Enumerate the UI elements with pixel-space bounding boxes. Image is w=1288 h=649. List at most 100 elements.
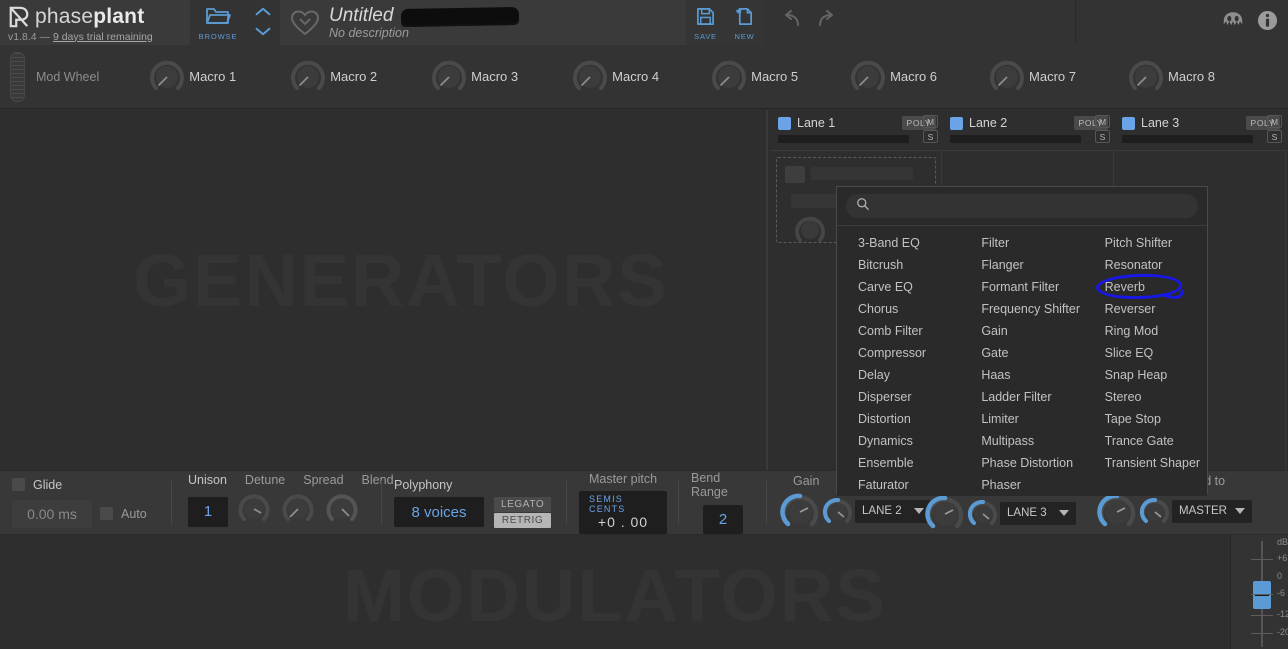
macro-4[interactable]: Macro 4 <box>570 57 659 97</box>
lane-2-mute-button[interactable]: M <box>1095 115 1110 128</box>
menu-item-filter[interactable]: Filter <box>981 232 1083 254</box>
chevron-up-icon[interactable] <box>253 4 273 22</box>
blend-knob[interactable] <box>324 491 360 532</box>
effect-search-input[interactable] <box>877 199 1188 213</box>
menu-item-phase-distortion[interactable]: Phase Distortion <box>981 452 1083 474</box>
menu-item-distortion[interactable]: Distortion <box>858 408 960 430</box>
macro-2[interactable]: Macro 2 <box>288 57 377 97</box>
menu-item-comb-filter[interactable]: Comb Filter <box>858 320 960 342</box>
menu-item-tape-stop[interactable]: Tape Stop <box>1105 408 1207 430</box>
menu-item-faturator[interactable]: Faturator <box>858 474 960 496</box>
lane-2-color-swatch[interactable] <box>950 116 963 130</box>
menu-item-resonator[interactable]: Resonator <box>1105 254 1207 276</box>
menu-item-snap-heap[interactable]: Snap Heap <box>1105 364 1207 386</box>
menu-item-reverb[interactable]: Reverb <box>1095 272 1207 302</box>
preset-info-area[interactable]: Untitled No description <box>280 0 686 45</box>
trial-link[interactable]: 9 days trial remaining <box>53 31 153 43</box>
menu-item-trance-gate[interactable]: Trance Gate <box>1105 430 1207 452</box>
undo-arrow-icon[interactable] <box>781 10 803 35</box>
legato-option[interactable]: LEGATO <box>494 496 552 512</box>
menu-item-ladder-filter[interactable]: Ladder Filter <box>981 386 1083 408</box>
effect-enable-chip[interactable] <box>785 166 805 183</box>
mod-wheel-slider-icon[interactable] <box>9 51 25 102</box>
menu-item-disperser[interactable]: Disperser <box>858 386 960 408</box>
macro-3-knob[interactable] <box>429 57 469 97</box>
effect-search-pill[interactable] <box>846 194 1198 218</box>
lane-3-color-swatch[interactable] <box>1122 116 1135 130</box>
generators-panel[interactable]: GENERATORS <box>0 110 768 470</box>
lane-2-gain-knob[interactable] <box>924 493 964 533</box>
menu-item-transient-shaper[interactable]: Transient Shaper <box>1105 452 1207 474</box>
pitch-value[interactable]: +0 . 00 <box>598 514 648 530</box>
polyphony-value[interactable]: 8 voices <box>394 497 484 527</box>
macro-8-knob[interactable] <box>1126 57 1166 97</box>
menu-item-chorus[interactable]: Chorus <box>858 298 960 320</box>
lane-2-send-to-select[interactable]: LANE 3 <box>1000 501 1076 525</box>
menu-item-reverser[interactable]: Reverser <box>1105 298 1207 320</box>
menu-item-ensemble[interactable]: Ensemble <box>858 452 960 474</box>
menu-item-frequency-shifter[interactable]: Frequency Shifter <box>981 298 1083 320</box>
menu-item-dynamics[interactable]: Dynamics <box>858 430 960 452</box>
menu-item-gain[interactable]: Gain <box>981 320 1083 342</box>
unison-voices-value[interactable]: 1 <box>188 496 228 527</box>
detune-knob[interactable] <box>236 491 272 532</box>
modulators-panel[interactable]: MODULATORS <box>0 535 1230 649</box>
lane-header-1[interactable]: Lane 1 POLY M S <box>770 110 942 150</box>
lane-header-3[interactable]: Lane 3 POLY M S <box>1114 110 1286 150</box>
menu-item-delay[interactable]: Delay <box>858 364 960 386</box>
lane-3-solo-button[interactable]: S <box>1267 130 1282 143</box>
menu-item-flanger[interactable]: Flanger <box>981 254 1083 276</box>
menu-item-bitcrush[interactable]: Bitcrush <box>858 254 960 276</box>
menu-item-ring-mod[interactable]: Ring Mod <box>1105 320 1207 342</box>
lane-header-2[interactable]: Lane 2 POLY M S <box>942 110 1114 150</box>
menu-item-compressor[interactable]: Compressor <box>858 342 960 364</box>
menu-item-limiter[interactable]: Limiter <box>981 408 1083 430</box>
redo-arrow-icon[interactable] <box>815 10 837 35</box>
effect-placeholder-knob[interactable] <box>793 213 827 247</box>
bend-range-value[interactable]: 2 <box>703 505 743 534</box>
macro-4-knob[interactable] <box>570 57 610 97</box>
lane-1-mix-knob[interactable] <box>822 496 852 526</box>
menu-item-stereo[interactable]: Stereo <box>1105 386 1207 408</box>
lane-1-color-swatch[interactable] <box>778 116 791 130</box>
lane-3-mix-knob[interactable] <box>1139 496 1169 526</box>
new-button[interactable]: NEW <box>725 0 764 45</box>
mod-wheel-control[interactable] <box>0 51 34 102</box>
lane-1-solo-button[interactable]: S <box>923 130 938 143</box>
legato-retrig-toggle[interactable]: LEGATO RETRIG <box>494 496 552 528</box>
menu-item-slice-eq[interactable]: Slice EQ <box>1105 342 1207 364</box>
retrig-option[interactable]: RETRIG <box>494 512 552 528</box>
browse-button[interactable]: BROWSE <box>190 0 246 45</box>
macro-3[interactable]: Macro 3 <box>429 57 518 97</box>
lane-2-solo-button[interactable]: S <box>1095 130 1110 143</box>
menu-item-gate[interactable]: Gate <box>981 342 1083 364</box>
macro-2-knob[interactable] <box>288 57 328 97</box>
menu-item-carve-eq[interactable]: Carve EQ <box>858 276 960 298</box>
macro-7[interactable]: Macro 7 <box>987 57 1076 97</box>
master-fader-handle[interactable] <box>1253 581 1271 609</box>
lane-3-send-to-select[interactable]: MASTER <box>1172 499 1252 523</box>
macro-8[interactable]: Macro 8 <box>1126 57 1215 97</box>
lane-1-gain-knob[interactable] <box>779 491 819 531</box>
macro-1-knob[interactable] <box>147 57 187 97</box>
glide-checkbox[interactable] <box>12 478 25 491</box>
macro-5-knob[interactable] <box>709 57 749 97</box>
lane-3-mute-button[interactable]: M <box>1267 115 1282 128</box>
menu-item-formant-filter[interactable]: Formant Filter <box>981 276 1083 298</box>
master-pitch-value-box[interactable]: SEMIS CENTS +0 . 00 <box>579 490 667 534</box>
menu-item-3-band-eq[interactable]: 3-Band EQ <box>858 232 960 254</box>
spread-knob[interactable] <box>280 491 316 532</box>
macro-6[interactable]: Macro 6 <box>848 57 937 97</box>
menu-item-multipass[interactable]: Multipass <box>981 430 1083 452</box>
chevron-down-icon[interactable] <box>253 24 273 42</box>
effect-browser-menu[interactable]: 3-Band EQ Bitcrush Carve EQ Chorus Comb … <box>836 186 1208 496</box>
macro-5[interactable]: Macro 5 <box>709 57 798 97</box>
macro-7-knob[interactable] <box>987 57 1027 97</box>
macro-6-knob[interactable] <box>848 57 888 97</box>
kilohearts-octopus-icon[interactable] <box>1221 10 1245 36</box>
lane-1-mute-button[interactable]: M <box>923 115 938 128</box>
save-button[interactable]: SAVE <box>686 0 725 45</box>
macro-1[interactable]: Macro 1 <box>147 57 236 97</box>
info-circle-icon[interactable] <box>1257 10 1278 36</box>
menu-item-pitch-shifter[interactable]: Pitch Shifter <box>1105 232 1207 254</box>
